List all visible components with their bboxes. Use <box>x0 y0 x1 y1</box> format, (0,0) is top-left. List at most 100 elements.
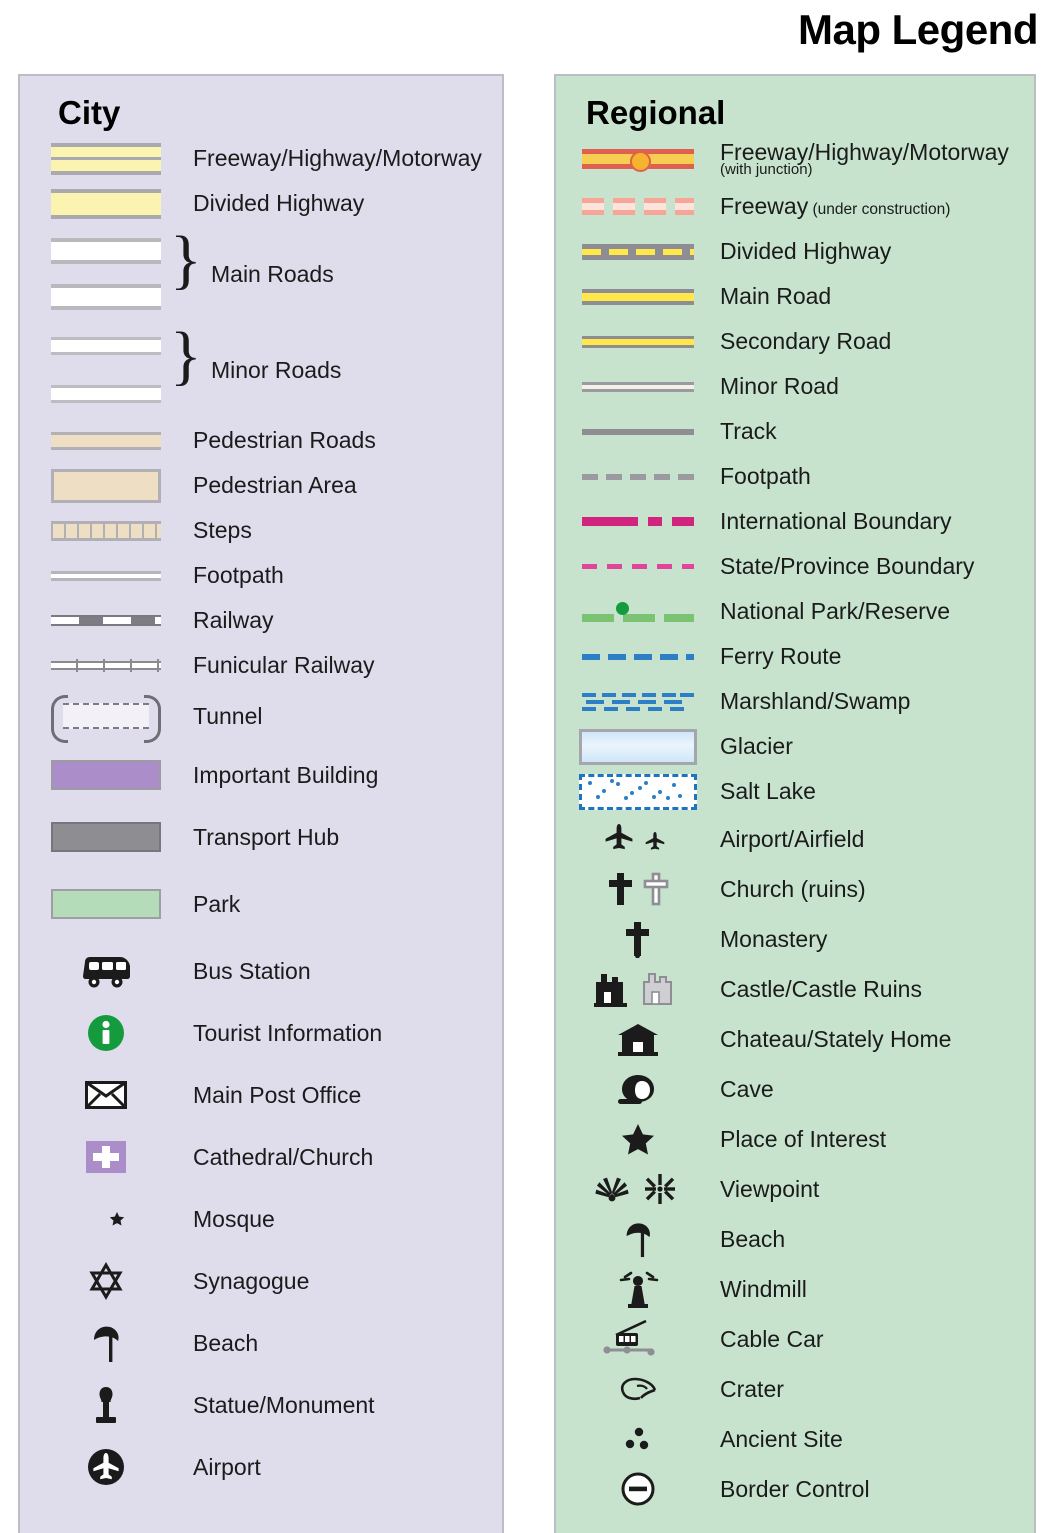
list-item-label: Minor Road <box>720 373 839 400</box>
list-item[interactable]: Tourist Information <box>20 1002 502 1064</box>
list-item[interactable]: Castle/Castle Ruins <box>556 964 1034 1014</box>
list-item[interactable]: Main Road <box>556 274 1034 319</box>
list-item[interactable]: Viewpoint <box>556 1164 1034 1214</box>
regional-panel-heading: Regional <box>586 94 726 131</box>
list-item[interactable]: Beach <box>20 1312 502 1374</box>
list-item[interactable]: Mosque <box>20 1188 502 1250</box>
ancient-site-icon <box>578 1424 698 1454</box>
list-item-label: Freeway/Highway/Motorway <box>193 145 482 172</box>
list-item[interactable]: Steps <box>20 508 502 553</box>
cave-icon <box>578 1072 698 1106</box>
list-item[interactable]: Footpath <box>20 553 502 598</box>
list-item[interactable]: Cathedral/Church <box>20 1126 502 1188</box>
list-item[interactable]: Track <box>556 409 1034 454</box>
list-item[interactable]: State/Province Boundary <box>556 544 1034 589</box>
list-item[interactable]: Airport <box>20 1436 502 1498</box>
list-item[interactable]: Bus Station <box>20 940 502 1002</box>
list-item[interactable]: } Main Roads <box>20 226 502 322</box>
list-item[interactable]: International Boundary <box>556 499 1034 544</box>
list-item[interactable]: Pedestrian Area <box>20 463 502 508</box>
list-item-label: Footpath <box>720 463 811 490</box>
list-item[interactable]: Chateau/Stately Home <box>556 1014 1034 1064</box>
list-item[interactable]: Place of Interest <box>556 1114 1034 1164</box>
list-item[interactable]: Monastery <box>556 914 1034 964</box>
list-item-label: Ancient Site <box>720 1425 843 1452</box>
airplane-circle-icon <box>48 1447 164 1487</box>
bus-icon <box>48 954 164 988</box>
list-item-label: Beach <box>193 1329 259 1356</box>
list-item[interactable]: Salt Lake <box>556 769 1034 814</box>
cable-car-icon <box>578 1319 698 1359</box>
list-item-label: Statue/Monument <box>193 1391 375 1418</box>
list-item-label: Main Roads <box>211 260 334 287</box>
list-item[interactable]: Ferry Route <box>556 634 1034 679</box>
chateau-icon <box>578 1022 698 1056</box>
list-item[interactable]: Transport Hub <box>20 806 502 868</box>
list-item[interactable]: Synagogue <box>20 1250 502 1312</box>
list-item[interactable]: Beach <box>556 1214 1034 1264</box>
list-item-label: Church (ruins) <box>720 875 866 902</box>
list-item[interactable]: Footpath <box>556 454 1034 499</box>
list-item[interactable]: Divided Highway <box>556 229 1034 274</box>
city-transport-hub-swatch <box>48 822 164 852</box>
list-item-label: Important Building <box>193 761 379 788</box>
city-legend-panel: City Freeway/Highway/Motorway Divided Hi… <box>18 74 504 1533</box>
list-item[interactable]: Border Control <box>556 1464 1034 1514</box>
list-item[interactable]: Ancient Site <box>556 1414 1034 1464</box>
windmill-icon <box>578 1270 698 1308</box>
crescent-star-icon <box>48 1201 164 1237</box>
list-item-label: Transport Hub <box>193 823 340 850</box>
list-item-label: Glacier <box>720 733 793 760</box>
regional-track-line <box>578 428 698 435</box>
list-item-label: Cave <box>720 1075 774 1102</box>
international-boundary-line <box>578 517 698 526</box>
regional-footpath-line <box>578 473 698 480</box>
regional-secondary-road-line <box>578 335 698 348</box>
page-title: Map Legend <box>797 6 1039 53</box>
city-footpath-swatch <box>48 570 164 581</box>
list-item[interactable]: Marshland/Swamp <box>556 679 1034 724</box>
list-item[interactable]: Statue/Monument <box>20 1374 502 1436</box>
list-item[interactable]: Airport/Airfield <box>556 814 1034 864</box>
list-item-label: Chateau/Stately Home <box>720 1025 952 1052</box>
city-panel-heading: City <box>58 94 121 131</box>
ferry-route-line <box>578 653 698 660</box>
church-cross-pair-icon <box>578 871 698 907</box>
list-item[interactable]: Funicular Railway <box>20 643 502 688</box>
list-item-label: Park <box>193 890 241 917</box>
list-item[interactable]: Freeway (under construction) <box>556 184 1034 229</box>
list-item[interactable]: Park <box>20 868 502 940</box>
list-item[interactable]: Minor Road <box>556 364 1034 409</box>
regional-legend-list: Freeway/Highway/Motorway (with junction)… <box>556 134 1034 1514</box>
list-item-label: Tunnel <box>193 702 263 729</box>
list-item[interactable]: Important Building <box>20 744 502 806</box>
list-item-sublabel: (under construction) <box>808 201 951 219</box>
list-item[interactable]: Main Post Office <box>20 1064 502 1126</box>
list-item[interactable]: } Minor Roads <box>20 322 502 418</box>
list-item[interactable]: Windmill <box>556 1264 1034 1314</box>
list-item[interactable]: Tunnel <box>20 688 502 744</box>
list-item-label: Divided Highway <box>720 238 892 265</box>
list-item[interactable]: Crater <box>556 1364 1034 1414</box>
list-item[interactable]: Secondary Road <box>556 319 1034 364</box>
cross-square-icon <box>48 1141 164 1173</box>
regional-legend-panel: Regional Freeway/Highway/Motorway (with … <box>554 74 1036 1533</box>
list-item[interactable]: Church (ruins) <box>556 864 1034 914</box>
list-item[interactable]: Glacier <box>556 724 1034 769</box>
list-item[interactable]: Freeway/Highway/Motorway (with junction) <box>556 134 1034 184</box>
list-item[interactable]: Railway <box>20 598 502 643</box>
city-legend-list: Freeway/Highway/Motorway Divided Highway… <box>20 136 502 1498</box>
list-item[interactable]: National Park/Reserve <box>556 589 1034 634</box>
list-item[interactable]: Cable Car <box>556 1314 1034 1364</box>
list-item[interactable]: Pedestrian Roads <box>20 418 502 463</box>
list-item-label: Mosque <box>193 1205 275 1232</box>
city-funicular-railway-swatch <box>48 659 164 672</box>
crater-icon <box>578 1374 698 1404</box>
list-item[interactable]: Cave <box>556 1064 1034 1114</box>
list-item[interactable]: Freeway/Highway/Motorway <box>20 136 502 181</box>
list-item[interactable]: Divided Highway <box>20 181 502 226</box>
list-item-label: Main Road <box>720 283 832 310</box>
beach-umbrella-icon <box>578 1220 698 1258</box>
list-item-label: International Boundary <box>720 508 952 535</box>
city-main-roads-swatch <box>48 238 164 310</box>
